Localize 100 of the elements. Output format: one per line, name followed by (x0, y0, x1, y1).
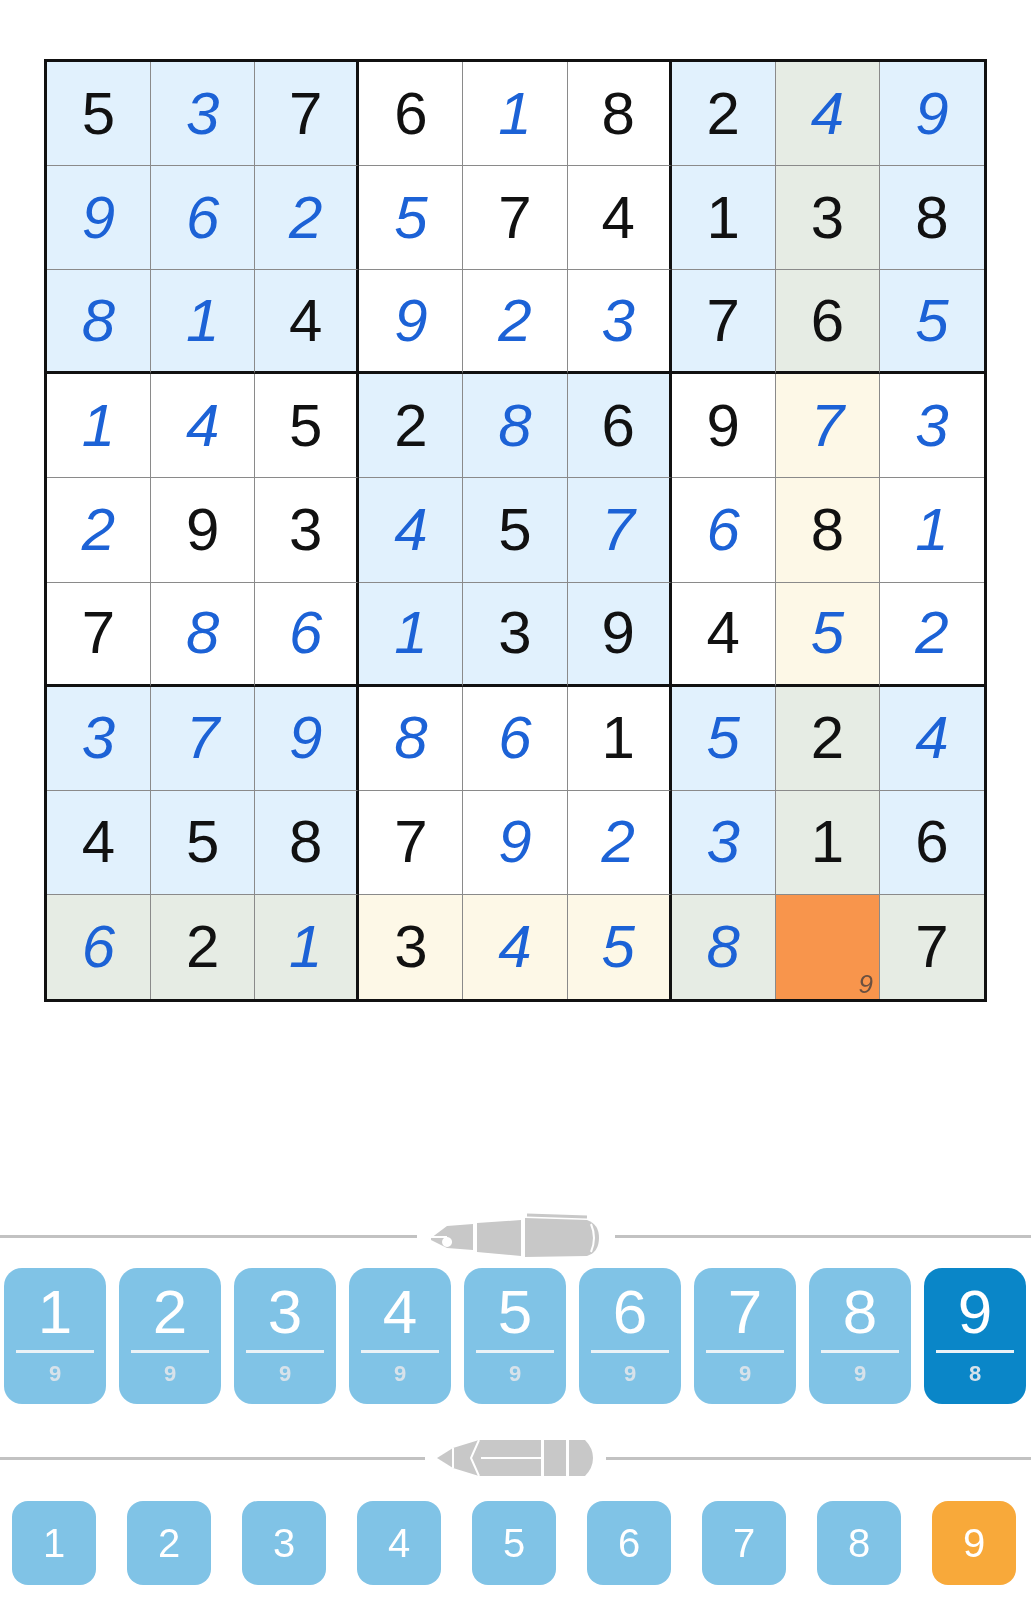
empty-cell[interactable]: 9 (775, 894, 880, 999)
cell-digit: 5 (706, 708, 740, 769)
board-cell[interactable]: 3 (463, 582, 568, 687)
board-cell[interactable]: 3 (359, 894, 464, 999)
board-cell[interactable]: 9 (671, 374, 776, 479)
board-cell[interactable]: 6 (463, 686, 568, 791)
board-cell[interactable]: 3 (255, 478, 360, 583)
board-cell[interactable]: 6 (255, 582, 360, 687)
cell-digit: 1 (394, 603, 428, 664)
board-cell[interactable]: 8 (47, 270, 152, 375)
cell-digit: 3 (810, 187, 844, 248)
board-cell[interactable]: 1 (567, 686, 672, 791)
cell-digit: 4 (915, 708, 949, 769)
board-cell[interactable]: 5 (879, 270, 984, 375)
cell-digit: 4 (81, 812, 116, 873)
cell-digit: 1 (706, 187, 740, 248)
cell-digit: 2 (601, 812, 635, 873)
board-cell[interactable]: 2 (255, 166, 360, 271)
board-cell[interactable]: 5 (359, 166, 464, 271)
cell-digit: 5 (81, 83, 116, 144)
board-cell[interactable]: 2 (359, 374, 464, 479)
board-cell[interactable]: 2 (151, 894, 256, 999)
cell-digit: 9 (601, 603, 635, 664)
board-cell[interactable]: 1 (359, 582, 464, 687)
board-cell[interactable]: 4 (463, 894, 568, 999)
board-cell[interactable]: 4 (255, 270, 360, 375)
board-cell[interactable]: 7 (463, 166, 568, 271)
remaining-count: 9 (508, 1361, 522, 1387)
board-cell[interactable]: 1 (775, 790, 880, 895)
board-cell[interactable]: 4 (671, 582, 776, 687)
board-cell[interactable]: 3 (567, 270, 672, 375)
board-cell[interactable]: 1 (151, 270, 256, 375)
board-cell[interactable]: 8 (359, 686, 464, 791)
board-cell[interactable]: 8 (463, 374, 568, 479)
cell-digit: 2 (81, 500, 116, 560)
board-cell[interactable]: 6 (567, 374, 672, 479)
board-cell[interactable]: 6 (775, 270, 880, 375)
cell-digit: 4 (498, 916, 532, 977)
board-cell[interactable]: 8 (151, 582, 256, 687)
cell-digit: 9 (394, 290, 428, 351)
cell-digit: 2 (810, 708, 844, 769)
cell-digit: 6 (601, 395, 635, 456)
number-button[interactable]: 9 8 (924, 1268, 1026, 1404)
board-cell[interactable]: 5 (671, 686, 776, 791)
board-cell[interactable]: 4 (359, 478, 464, 583)
board-cell[interactable]: 6 (359, 62, 464, 167)
board-cell[interactable]: 4 (567, 166, 672, 271)
board-cell[interactable]: 3 (151, 62, 256, 167)
board-cell[interactable]: 8 (671, 894, 776, 999)
board-cell[interactable]: 7 (47, 582, 152, 687)
board-cell[interactable]: 6 (671, 478, 776, 583)
board-cell[interactable]: 8 (879, 166, 984, 271)
remaining-count: 9 (623, 1361, 637, 1387)
board-cell[interactable]: 5 (151, 790, 256, 895)
board-cell[interactable]: 5 (567, 894, 672, 999)
board-cell[interactable]: 7 (567, 478, 672, 583)
board-cell[interactable]: 3 (47, 686, 152, 791)
cell-digit: 6 (289, 603, 323, 664)
board-cell[interactable]: 2 (463, 270, 568, 375)
board-cell[interactable]: 6 (151, 166, 256, 271)
board-cell[interactable]: 9 (879, 62, 984, 167)
board-cell[interactable]: 1 (463, 62, 568, 167)
board-cell[interactable]: 1 (255, 894, 360, 999)
board-cell[interactable]: 3 (671, 790, 776, 895)
board-cell[interactable]: 4 (879, 686, 984, 791)
board-cell[interactable]: 8 (775, 478, 880, 583)
board-cell[interactable]: 9 (151, 478, 256, 583)
board-cell[interactable]: 3 (775, 166, 880, 271)
board-cell[interactable]: 7 (671, 270, 776, 375)
board-cell[interactable]: 4 (775, 62, 880, 167)
board-cell[interactable]: 7 (879, 894, 984, 999)
board-cell[interactable]: 7 (775, 374, 880, 479)
board-cell[interactable]: 9 (255, 686, 360, 791)
board-cell[interactable]: 7 (151, 686, 256, 791)
board-cell[interactable]: 8 (567, 62, 672, 167)
board-cell[interactable]: 1 (671, 166, 776, 271)
board-cell[interactable]: 2 (775, 686, 880, 791)
cell-digit: 1 (185, 290, 220, 351)
cell-digit: 3 (601, 290, 635, 351)
board-cell[interactable]: 7 (359, 790, 464, 895)
board-cell[interactable]: 8 (255, 790, 360, 895)
board-cell[interactable]: 9 (463, 790, 568, 895)
board-cell[interactable]: 2 (671, 62, 776, 167)
board-cell[interactable]: 4 (151, 374, 256, 479)
board-cell[interactable]: 2 (47, 478, 152, 583)
board-cell[interactable]: 5 (463, 478, 568, 583)
board-cell[interactable]: 6 (47, 894, 152, 999)
board-cell[interactable]: 5 (255, 374, 360, 479)
board-cell[interactable]: 2 (567, 790, 672, 895)
board-cell[interactable]: 9 (359, 270, 464, 375)
board-cell[interactable]: 1 (47, 374, 152, 479)
cell-digit: 5 (915, 290, 949, 351)
remaining-count: 9 (163, 1361, 177, 1387)
board-cell[interactable]: 9 (567, 582, 672, 687)
board-cell[interactable]: 5 (775, 582, 880, 687)
board-cell[interactable]: 7 (255, 62, 360, 167)
board-cell[interactable]: 6 (879, 790, 984, 895)
board-cell[interactable]: 9 (47, 166, 152, 271)
board-cell[interactable]: 4 (47, 790, 152, 895)
board-cell[interactable]: 5 (47, 62, 152, 167)
